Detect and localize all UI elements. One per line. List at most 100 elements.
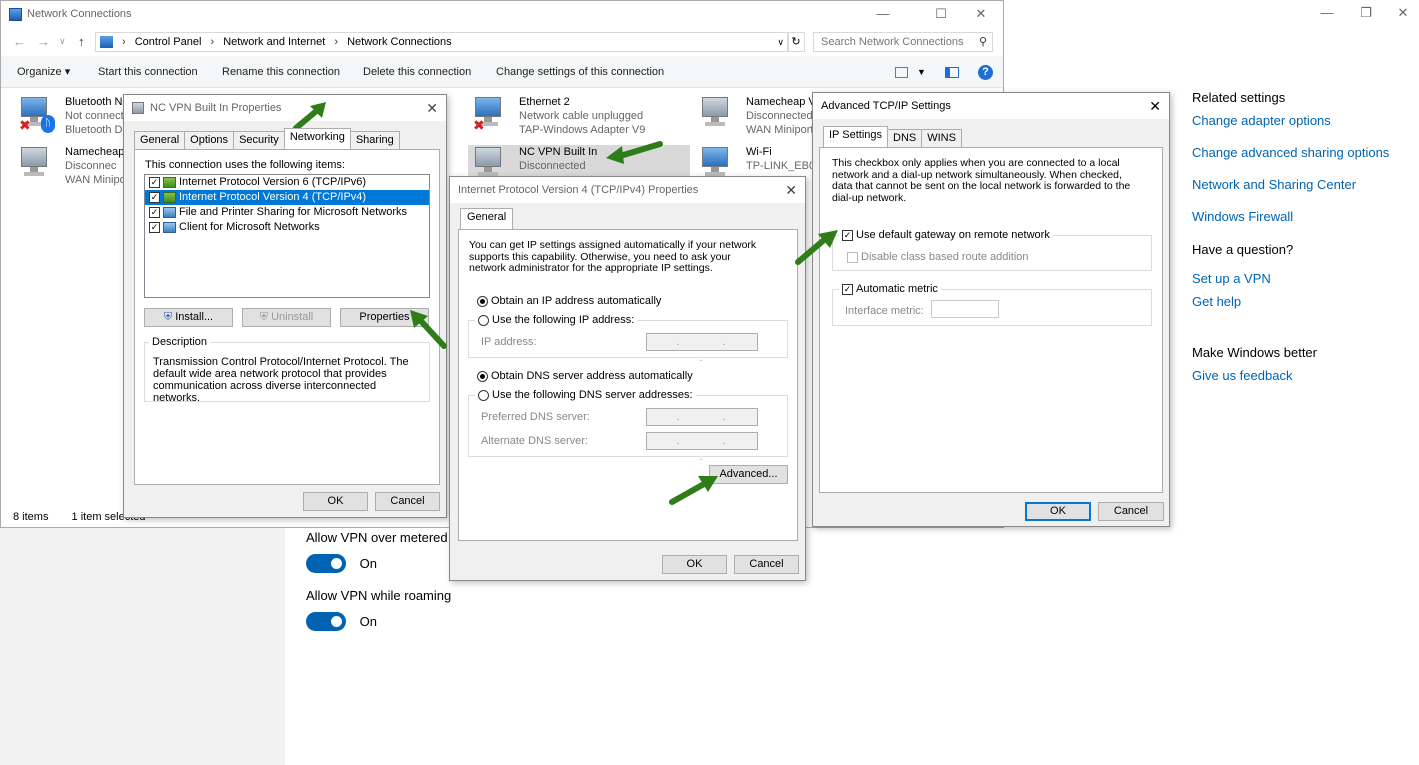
search-icon[interactable]: ⚲ <box>979 33 987 51</box>
adapter-namecheap-2[interactable]: Namecheap VI Disconnected WAN Miniport <box>700 95 820 139</box>
cancel-button[interactable]: Cancel <box>375 492 440 511</box>
ok-button[interactable]: OK <box>662 555 727 574</box>
link-network-sharing-center[interactable]: Network and Sharing Center <box>1192 177 1412 192</box>
help-icon[interactable]: ? <box>978 64 993 80</box>
link-change-adapter-options[interactable]: Change adapter options <box>1192 113 1412 128</box>
nc-maximize-icon[interactable]: ☐ <box>931 5 951 23</box>
nc-minimize-icon[interactable]: — <box>873 5 893 23</box>
refresh-icon[interactable]: ↻ <box>787 32 805 52</box>
checkbox-checked[interactable]: ✓ <box>149 191 160 203</box>
use-dns-radio[interactable]: Use the following DNS server addresses: <box>475 389 696 401</box>
list-item[interactable]: ✓ File and Printer Sharing for Microsoft … <box>145 205 429 220</box>
change-settings-button[interactable]: Change settings of this connection <box>496 56 664 88</box>
tab-general[interactable]: General <box>134 131 186 149</box>
breadcrumb-network-connections[interactable]: Network Connections <box>347 36 452 48</box>
cancel-button[interactable]: Cancel <box>734 555 799 574</box>
link-get-help[interactable]: Get help <box>1192 294 1412 309</box>
ok-button[interactable]: OK <box>303 492 368 511</box>
tab-sharing[interactable]: Sharing <box>349 131 400 149</box>
adapter-status: TP-LINK_EB04 <box>746 160 820 172</box>
minimize-icon[interactable]: — <box>1317 4 1337 22</box>
link-give-feedback[interactable]: Give us feedback <box>1192 368 1412 383</box>
checkbox-checked[interactable]: ✓ <box>842 229 853 241</box>
client-icon <box>163 221 176 233</box>
radio-unselected[interactable] <box>478 389 489 401</box>
adapter-device: WAN Miniport <box>746 124 814 136</box>
vpn-properties-tabs: General Options Security Networking Shar… <box>134 128 400 149</box>
tab-security[interactable]: Security <box>233 131 285 149</box>
checkbox-checked[interactable]: ✓ <box>149 221 160 233</box>
components-list[interactable]: ✓ Internet Protocol Version 6 (TCP/IPv6) … <box>144 174 430 298</box>
adapter-name: Wi-Fi <box>746 146 772 158</box>
back-arrow-icon[interactable]: ← <box>13 34 26 49</box>
organize-button[interactable]: Organize ▾ <box>17 56 70 88</box>
address-dropdown-icon[interactable]: ∨ <box>777 33 784 51</box>
adapter-ethernet-2[interactable]: ✖ Ethernet 2 Network cable unplugged TAP-W… <box>473 95 683 139</box>
view-dropdown-icon[interactable]: ▼ <box>917 67 926 77</box>
preferred-dns-field: . . . <box>646 408 758 439</box>
radio-selected[interactable] <box>477 370 488 382</box>
start-connection-button[interactable]: Start this connection <box>98 56 198 88</box>
search-input[interactable]: Search Network Connections ⚲ <box>813 32 993 52</box>
radio-unselected[interactable] <box>478 314 489 326</box>
link-change-advanced-sharing[interactable]: Change advanced sharing options <box>1192 145 1412 160</box>
metric-group: ✓ Automatic metric Interface metric: <box>832 283 1152 326</box>
service-icon <box>163 206 176 218</box>
delete-connection-button[interactable]: Delete this connection <box>363 56 471 88</box>
radio-selected[interactable] <box>477 295 488 307</box>
use-ip-radio[interactable]: Use the following IP address: <box>475 314 638 326</box>
tab-ip-settings[interactable]: IP Settings <box>823 126 888 147</box>
adapter-name: NC VPN Built In <box>519 146 598 158</box>
protocol-icon <box>163 176 176 188</box>
cancel-button[interactable]: Cancel <box>1098 502 1164 521</box>
tab-options[interactable]: Options <box>184 131 235 149</box>
item-label: Internet Protocol Version 6 (TCP/IPv6) <box>179 176 367 188</box>
change-view-icon[interactable] <box>894 66 908 78</box>
link-set-up-vpn[interactable]: Set up a VPN <box>1192 271 1412 286</box>
close-icon[interactable]: ✕ <box>1149 93 1161 119</box>
install-button[interactable]: ⛨ Install... <box>144 308 233 327</box>
description-label: Description <box>149 336 211 348</box>
restore-icon[interactable]: ❐ <box>1356 4 1376 22</box>
list-item[interactable]: ✓ Client for Microsoft Networks <box>145 220 429 235</box>
install-label: Install... <box>175 311 214 323</box>
tab-networking[interactable]: Networking <box>283 128 351 149</box>
tab-wins[interactable]: WINS <box>921 129 962 147</box>
address-breadcrumb[interactable]: › Control Panel › Network and Internet ›… <box>95 32 789 52</box>
link-windows-firewall[interactable]: Windows Firewall <box>1192 209 1412 224</box>
use-default-gateway-checkbox[interactable]: ✓ Use default gateway on remote network <box>839 229 1053 241</box>
tab-dns[interactable]: DNS <box>887 129 923 147</box>
roaming-toggle[interactable] <box>306 612 346 631</box>
recent-dropdown-icon[interactable]: ∨ <box>59 36 66 47</box>
obtain-ip-auto-radio[interactable]: Obtain an IP address automatically <box>477 295 661 307</box>
adapter-status: Disconnected <box>519 160 586 172</box>
checkbox-checked[interactable]: ✓ <box>842 283 853 295</box>
breadcrumb-control-panel[interactable]: Control Panel <box>135 36 202 48</box>
rename-connection-button[interactable]: Rename this connection <box>222 56 340 88</box>
network-adapter-icon <box>19 147 51 177</box>
close-icon[interactable]: ✕ <box>426 95 438 121</box>
automatic-metric-checkbox[interactable]: ✓ Automatic metric <box>839 283 941 295</box>
close-icon[interactable]: ✕ <box>785 177 797 203</box>
checkbox-checked[interactable]: ✓ <box>149 176 160 188</box>
close-icon[interactable]: ✕ <box>1393 4 1413 22</box>
obtain-dns-auto-radio[interactable]: Obtain DNS server address automatically <box>477 370 693 382</box>
ok-button[interactable]: OK <box>1025 502 1091 521</box>
breadcrumb-network-internet[interactable]: Network and Internet <box>223 36 325 48</box>
list-item[interactable]: ✓ Internet Protocol Version 4 (TCP/IPv4) <box>145 190 429 205</box>
list-item[interactable]: ✓ Internet Protocol Version 6 (TCP/IPv6) <box>145 175 429 190</box>
alternate-dns-field: . . . <box>646 432 758 463</box>
checkbox-checked[interactable]: ✓ <box>149 206 160 218</box>
alternate-dns-label: Alternate DNS server: <box>481 435 588 447</box>
breadcrumb-chevron-icon: › <box>210 36 215 48</box>
forward-arrow-icon[interactable]: → <box>37 34 50 49</box>
disable-class-label: Disable class based route addition <box>861 251 1029 263</box>
preview-pane-icon[interactable] <box>944 66 959 78</box>
tab-general[interactable]: General <box>460 208 514 229</box>
ip-address-label: IP address: <box>481 336 537 348</box>
interface-metric-label: Interface metric: <box>845 305 924 317</box>
metered-toggle[interactable] <box>306 554 346 573</box>
nc-close-icon[interactable]: ✕ <box>971 5 991 23</box>
up-arrow-icon[interactable]: ↑ <box>78 34 85 49</box>
annotation-arrow-icon <box>669 476 718 505</box>
